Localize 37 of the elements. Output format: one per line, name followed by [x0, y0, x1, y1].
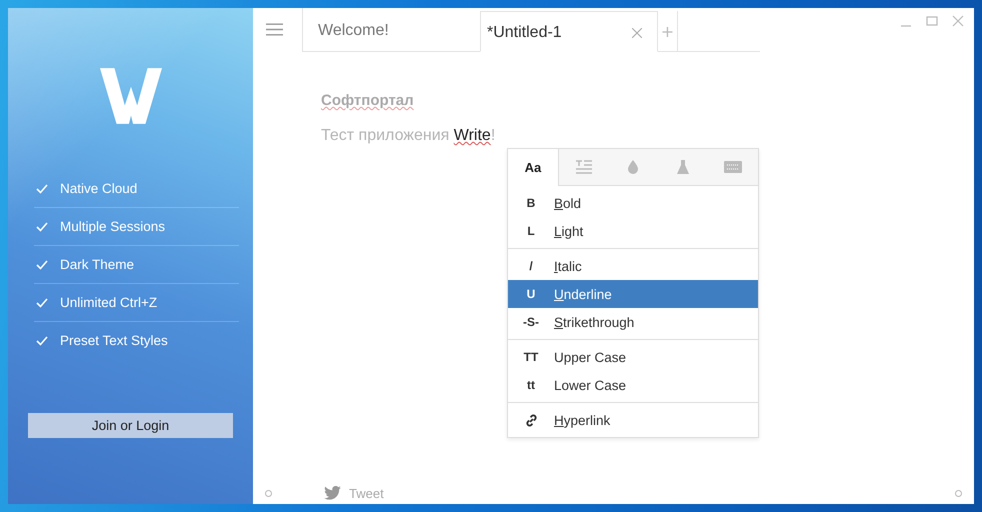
close-tab-icon[interactable] — [632, 28, 642, 38]
feature-label: Native Cloud — [60, 181, 138, 196]
feature-label: Multiple Sessions — [60, 219, 166, 234]
flask-icon — [677, 160, 690, 174]
format-menu-item[interactable]: L Light — [508, 217, 758, 245]
document-heading: Софтпортал — [321, 92, 414, 109]
feature-label: Preset Text Styles — [60, 333, 168, 348]
twitter-bird-icon[interactable] — [324, 486, 341, 500]
popup-tab[interactable]: Aa — [508, 149, 559, 186]
format-menu-item[interactable]: tt Lower Case — [508, 371, 758, 399]
chain-link-icon — [524, 414, 538, 426]
format-menu-item[interactable]: Hyperlink — [508, 406, 758, 434]
droplet-icon — [628, 160, 638, 174]
format-glyph: B — [526, 196, 536, 210]
format-menu-item[interactable]: TT Upper Case — [508, 343, 758, 371]
feature-label: Unlimited Ctrl+Z — [60, 295, 158, 310]
format-glyph: / — [528, 259, 534, 273]
close-icon[interactable] — [952, 15, 964, 27]
format-menu-item[interactable]: U Underline — [508, 280, 758, 308]
text-lines-icon — [574, 160, 593, 174]
document-paragraph: Тест приложения Write! — [321, 127, 496, 145]
format-menu-item[interactable]: B Bold — [508, 189, 758, 217]
format-glyph: -S- — [522, 315, 540, 329]
feature-label: Dark Theme — [60, 257, 134, 272]
maximize-icon[interactable] — [926, 15, 938, 27]
text-box-icon — [724, 161, 742, 173]
format-glyph: L — [526, 224, 536, 238]
format-glyph: tt — [526, 378, 536, 392]
corner-dot-icon — [265, 490, 272, 496]
format-glyph: U — [526, 287, 536, 301]
document-tab[interactable]: *Untitled-1 — [480, 11, 658, 52]
menu-icon[interactable] — [266, 23, 283, 36]
corner-dot-icon — [955, 490, 962, 496]
format-glyph: TT — [522, 350, 540, 364]
format-menu-item[interactable]: / Italic — [508, 252, 758, 280]
format-menu-item[interactable]: -S- Strikethrough — [508, 308, 758, 336]
join-or-login-button[interactable]: Join or Login — [28, 413, 233, 438]
